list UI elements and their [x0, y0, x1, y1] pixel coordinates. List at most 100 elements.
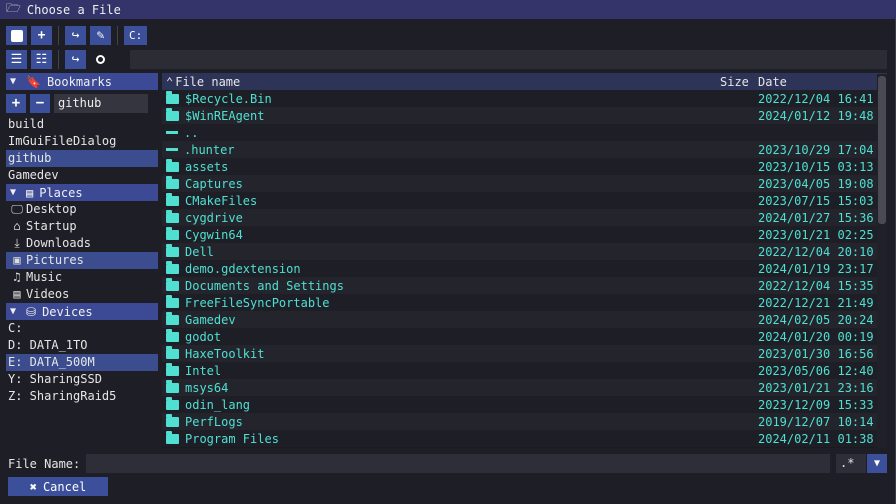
- table-row[interactable]: Gamedev 2024/02/05 20:24: [162, 311, 887, 328]
- table-row[interactable]: Cygwin64 2023/01/21 02:25: [162, 226, 887, 243]
- new-file-button[interactable]: [6, 26, 27, 45]
- sidebar-item[interactable]: 🖵 Desktop: [6, 201, 158, 218]
- sidebar-item-label: Z: SharingRaid5: [8, 389, 117, 403]
- table-row[interactable]: Dell 2022/12/04 20:10: [162, 243, 887, 260]
- filter-dropdown-button[interactable]: ▼: [867, 454, 887, 473]
- sidebar-item[interactable]: github: [6, 150, 158, 167]
- file-date-cell: 2023/07/15 15:03: [758, 193, 874, 208]
- sidebar-item[interactable]: ⌂ Startup: [6, 218, 158, 235]
- edit-path-button[interactable]: ✎: [90, 26, 111, 45]
- file-name-cell: .hunter: [162, 143, 758, 157]
- table-row[interactable]: Program Files 2024/02/11 01:38: [162, 430, 887, 447]
- file-name-input[interactable]: [86, 454, 830, 473]
- file-name-text: msys64: [185, 380, 229, 395]
- sidebar-item[interactable]: ▤ Videos: [6, 286, 158, 303]
- vertical-scrollbar[interactable]: [877, 74, 887, 448]
- table-row[interactable]: godot 2024/01/20 00:19: [162, 328, 887, 345]
- table-row[interactable]: $WinREAgent 2024/01/12 19:48: [162, 107, 887, 124]
- scrollbar-thumb[interactable]: [878, 76, 886, 224]
- table-row[interactable]: $Recycle.Bin 2022/12/04 16:41: [162, 90, 887, 107]
- table-row[interactable]: PerfLogs 2019/12/07 10:14: [162, 413, 887, 430]
- list-view-button[interactable]: ☰: [6, 50, 27, 69]
- file-name-text: godot: [185, 329, 222, 344]
- table-row[interactable]: FreeFileSyncPortable 2022/12/21 21:49: [162, 294, 887, 311]
- file-name-text: Captures: [185, 176, 243, 191]
- sidebar-item[interactable]: C:: [6, 320, 158, 337]
- remove-bookmark-button[interactable]: −: [30, 93, 50, 113]
- folder-icon: [166, 244, 179, 257]
- sidebar-item-label: Downloads: [26, 236, 92, 250]
- file-name-text: PerfLogs: [185, 414, 243, 429]
- file-date-cell: 2023/01/30 16:56: [758, 346, 874, 361]
- cancel-label: Cancel: [42, 479, 87, 494]
- table-row[interactable]: Captures 2023/04/05 19:08: [162, 175, 887, 192]
- link-icon: [166, 131, 178, 134]
- file-name-text: Intel: [185, 363, 222, 378]
- table-row[interactable]: HaxeToolkit 2023/01/30 16:56: [162, 345, 887, 362]
- table-row[interactable]: msys64 2023/01/21 23:16: [162, 379, 887, 396]
- bookmarks-title: Bookmarks: [46, 74, 112, 89]
- drive-button[interactable]: C:: [124, 26, 148, 45]
- sidebar-item-label: ImGuiFileDialog: [8, 134, 117, 148]
- devices-list: C: D: DATA_1TO E: DATA_500M Y: SharingSSD Z:…: [6, 320, 158, 405]
- folder-icon: [166, 397, 179, 410]
- file-name-cell: HaxeToolkit: [162, 346, 758, 361]
- sidebar-item[interactable]: D: DATA_1TO: [6, 337, 158, 354]
- table-row[interactable]: assets 2023/10/15 03:13: [162, 158, 887, 175]
- filter-select[interactable]: .*: [836, 454, 866, 473]
- devices-header[interactable]: ▼ ⛁ Devices: [6, 303, 158, 320]
- sidebar-item[interactable]: E: DATA_500M: [6, 354, 158, 371]
- file-name-text: $Recycle.Bin: [185, 91, 272, 106]
- file-name-text: demo.gdextension: [185, 261, 301, 276]
- title-bar[interactable]: 🗁 Choose a File: [0, 0, 896, 19]
- sidebar-item[interactable]: Y: SharingSSD: [6, 371, 158, 388]
- toolbar-row-2: ☰ ☷ ↪: [6, 50, 111, 69]
- table-row[interactable]: .hunter 2023/10/29 17:04: [162, 141, 887, 158]
- table-row[interactable]: CMakeFiles 2023/07/15 15:03: [162, 192, 887, 209]
- forward-button[interactable]: ↪: [65, 26, 86, 45]
- go-button[interactable]: ↪: [65, 50, 86, 69]
- chevron-down-icon: ▼: [10, 306, 17, 317]
- table-row[interactable]: ..: [162, 124, 887, 141]
- sidebar-item[interactable]: build: [6, 116, 158, 133]
- plus-icon: +: [37, 28, 46, 43]
- file-dialog-window: 🗁 Choose a File + ↪ ✎ C: ☰ ☷ ↪ ▼ 🔖 Bookm…: [0, 0, 896, 504]
- folder-icon: [166, 363, 179, 376]
- column-header-date[interactable]: Date: [758, 75, 876, 89]
- table-row[interactable]: odin_lang 2023/12/09 15:33: [162, 396, 887, 413]
- file-name-text: Program Files: [185, 431, 279, 446]
- add-button[interactable]: +: [31, 26, 52, 45]
- file-date-cell: 2024/01/20 00:19: [758, 329, 874, 344]
- column-header-size[interactable]: Size: [720, 75, 758, 89]
- cancel-button[interactable]: ✖ Cancel: [8, 477, 108, 496]
- file-date-cell: 2024/01/12 19:48: [758, 108, 874, 123]
- detail-view-button[interactable]: ☷: [31, 50, 52, 69]
- column-header-name[interactable]: ⌃ File name: [162, 75, 720, 89]
- places-list: 🖵 Desktop ⌂ Startup ⤓ Downloads ▣ Pictures ♫ Musi…: [6, 201, 158, 303]
- table-row[interactable]: demo.gdextension 2024/01/19 23:17: [162, 260, 887, 277]
- sidebar-item[interactable]: ⤓ Downloads: [6, 235, 158, 252]
- bookmarks-header[interactable]: ▼ 🔖 Bookmarks: [6, 73, 158, 90]
- sidebar-item[interactable]: Z: SharingRaid5: [6, 388, 158, 405]
- file-name-cell: cygdrive: [162, 210, 758, 225]
- table-header: ⌃ File name Size Date: [162, 73, 887, 90]
- sidebar-item[interactable]: ImGuiFileDialog: [6, 133, 158, 150]
- minus-icon: −: [35, 95, 45, 111]
- sidebar-item[interactable]: ♫ Music: [6, 269, 158, 286]
- pencil-icon: ✎: [96, 28, 105, 43]
- sidebar-item-label: github: [8, 151, 52, 165]
- add-bookmark-button[interactable]: +: [6, 93, 26, 113]
- table-row[interactable]: Intel 2023/05/06 12:40: [162, 362, 887, 379]
- table-row[interactable]: Documents and Settings 2022/12/04 15:35: [162, 277, 887, 294]
- table-row[interactable]: cygdrive 2024/01/27 15:36: [162, 209, 887, 226]
- sidebar-item[interactable]: Gamedev: [6, 167, 158, 184]
- file-name-cell: Cygwin64: [162, 227, 758, 242]
- table-body: $Recycle.Bin 2022/12/04 16:41 $WinREAgent 2…: [162, 90, 887, 447]
- home-icon: ⌂: [13, 219, 21, 233]
- bookmark-name-input[interactable]: github: [54, 93, 148, 113]
- list-icon: ☰: [10, 52, 23, 67]
- search-input[interactable]: [130, 50, 887, 69]
- search-button[interactable]: [90, 50, 111, 69]
- sidebar-item[interactable]: ▣ Pictures: [6, 252, 158, 269]
- places-header[interactable]: ▼ ▤ Places: [6, 184, 158, 201]
